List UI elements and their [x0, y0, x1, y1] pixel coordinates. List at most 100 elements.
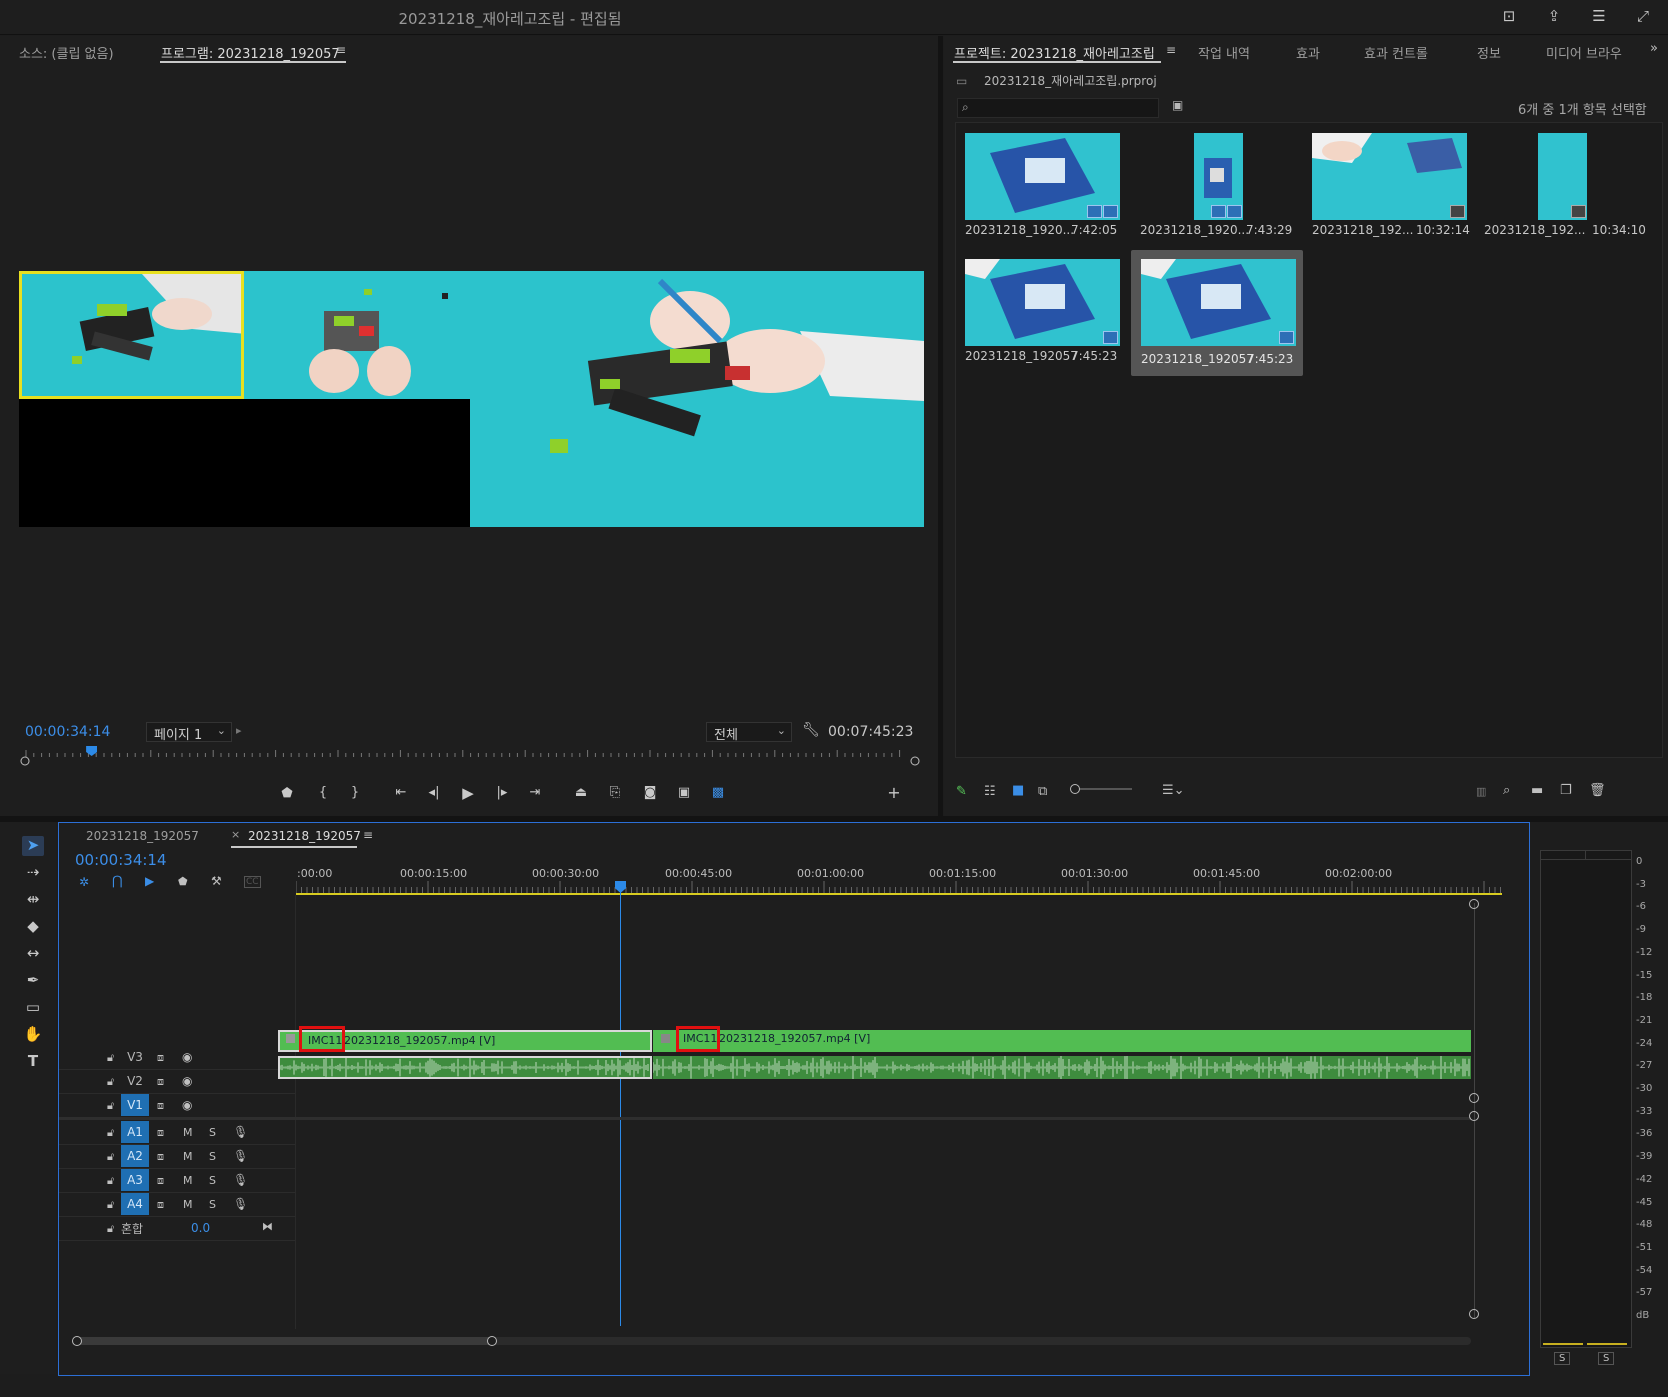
wrench-icon[interactable]: 🔧︎	[802, 722, 820, 738]
automate-icon[interactable]: ▥	[1476, 785, 1486, 798]
microphone-icon[interactable]: 🎙︎	[233, 1149, 248, 1163]
camera-icon[interactable]: ◙	[640, 785, 660, 800]
tab-effect-controls[interactable]: 효과 컨트롤	[1364, 43, 1428, 62]
close-icon[interactable]: ×	[231, 828, 240, 841]
time-ruler[interactable]	[295, 859, 1507, 895]
scroll-handle-bottom[interactable]	[1469, 1309, 1479, 1319]
compare-icon[interactable]: ▣	[674, 785, 694, 800]
add-marker-icon[interactable]: ⬟	[277, 786, 297, 801]
horizontal-scroll-thumb[interactable]	[73, 1337, 495, 1345]
new-item-icon[interactable]: ❐	[1560, 783, 1572, 798]
lock-icon[interactable]: 🔓︎	[107, 1174, 114, 1188]
razor-tool-icon[interactable]: ◆	[22, 917, 44, 937]
freeform-view-icon[interactable]: ⧉	[1038, 784, 1047, 799]
lock-icon[interactable]: 🔓︎	[107, 1099, 114, 1113]
go-to-in-icon[interactable]: ⇤	[391, 785, 411, 800]
sync-lock-icon[interactable]: ⧈	[157, 1174, 164, 1188]
timeline-tab-2[interactable]: 20231218_192057	[248, 829, 361, 843]
microphone-icon[interactable]: 🎙︎	[233, 1197, 248, 1211]
go-to-out-icon[interactable]: ⇥	[525, 785, 545, 800]
lock-icon[interactable]: 🔓︎	[107, 1051, 114, 1065]
lock-icon[interactable]: 🔓︎	[107, 1126, 114, 1140]
menu-lines-icon[interactable]: ☰	[1590, 8, 1608, 24]
panel-divider[interactable]	[938, 36, 943, 816]
sort-icon[interactable]: ☰⌄	[1162, 783, 1185, 798]
chevron-right-icon[interactable]: »	[1650, 41, 1658, 56]
mute-button[interactable]: M	[183, 1126, 193, 1139]
panel-menu-icon[interactable]: ≡	[1166, 43, 1176, 57]
video-clip-2[interactable]: IMC11 20231218_192057.mp4 [V]	[653, 1030, 1471, 1052]
slip-tool-icon[interactable]: ↔	[22, 944, 44, 964]
solo-button[interactable]: S	[209, 1150, 216, 1163]
step-back-icon[interactable]: ◂|	[424, 785, 444, 800]
zoom-slider-knob[interactable]	[1070, 784, 1080, 794]
lock-icon[interactable]: 🔓︎	[107, 1222, 114, 1236]
lock-icon[interactable]: 🔓︎	[107, 1075, 114, 1089]
ripple-edit-tool-icon[interactable]: ⇹	[22, 890, 44, 910]
horizontal-scrollbar[interactable]	[72, 1336, 1471, 1346]
tab-history[interactable]: 작업 내역	[1198, 43, 1250, 62]
sync-lock-icon[interactable]: ⧈	[157, 1051, 164, 1065]
trash-icon[interactable]: 🗑︎	[1589, 783, 1606, 798]
lift-icon[interactable]: ⏏	[571, 785, 591, 800]
add-button-icon[interactable]: +	[884, 783, 904, 802]
share-icon[interactable]: ⇪	[1545, 8, 1563, 24]
wrench-icon[interactable]: ⚒	[211, 874, 222, 888]
project-item[interactable]: 20231218_192... 10:32:14	[1308, 129, 1478, 237]
extract-icon[interactable]: ⎘	[605, 785, 625, 800]
tab-info[interactable]: 정보	[1477, 43, 1501, 62]
project-item[interactable]: 20231218_192... 10:34:10	[1482, 129, 1660, 237]
find-icon[interactable]: ⌕	[1503, 783, 1510, 798]
track-label[interactable]: A3	[121, 1169, 149, 1191]
program-current-timecode[interactable]: 00:00:34:14	[25, 724, 110, 740]
zoom-slider[interactable]	[1070, 784, 1132, 794]
captions-icon[interactable]: CC	[244, 876, 261, 888]
tab-media-browser[interactable]: 미디어 브라우	[1546, 43, 1622, 62]
project-item-selected[interactable]: 20231218_192057 7:45:23	[1131, 250, 1303, 376]
video-tile-1[interactable]	[19, 271, 244, 399]
scroll-handle-top[interactable]	[1469, 899, 1479, 909]
multicam-icon[interactable]: ▩	[708, 785, 728, 800]
lock-icon[interactable]: 🔓︎	[107, 1150, 114, 1164]
sync-lock-icon[interactable]: ⧈	[157, 1150, 164, 1164]
step-forward-icon[interactable]: |▸	[492, 785, 512, 800]
sync-lock-icon[interactable]: ⧈	[157, 1075, 164, 1089]
new-bin-from-search-icon[interactable]: ▣	[1172, 98, 1183, 112]
track-select-tool-icon[interactable]: ⇢	[22, 863, 44, 883]
mark-out-icon[interactable]: }	[345, 785, 365, 800]
microphone-icon[interactable]: 🎙︎	[233, 1173, 248, 1187]
play-right-icon[interactable]: ▸	[236, 724, 242, 737]
sync-lock-icon[interactable]: ⧈	[157, 1126, 164, 1140]
sync-lock-icon[interactable]: ⧈	[157, 1198, 164, 1212]
project-item[interactable]: 20231218_1920... 7:42:05	[961, 129, 1121, 237]
mix-value[interactable]: 0.0	[191, 1221, 210, 1235]
hand-tool-icon[interactable]: ✋	[22, 1025, 44, 1045]
solo-right-button[interactable]: S	[1598, 1352, 1615, 1365]
solo-button[interactable]: S	[209, 1198, 216, 1211]
scroll-handle-mid2[interactable]	[1469, 1111, 1479, 1121]
bowtie-icon[interactable]: ⧓	[262, 1220, 273, 1233]
sync-lock-icon[interactable]: ⧈	[157, 1099, 164, 1113]
timeline-timecode[interactable]: 00:00:34:14	[75, 851, 167, 869]
tab-project[interactable]: 프로젝트: 20231218_재아레고조립	[954, 43, 1155, 62]
microphone-icon[interactable]: 🎙︎	[233, 1125, 248, 1139]
project-item[interactable]: 20231218_1920... 7:43:29	[1134, 129, 1304, 237]
timeline-tab-1[interactable]: 20231218_192057	[86, 829, 199, 843]
project-item[interactable]: 20231218_192057 7:45:23	[961, 255, 1121, 363]
tab-effects[interactable]: 효과	[1296, 43, 1320, 62]
pencil-icon[interactable]: ✎	[956, 784, 967, 799]
selection-tool-icon[interactable]: ➤	[22, 836, 44, 856]
eye-icon[interactable]: ◉	[182, 1098, 192, 1112]
solo-button[interactable]: S	[209, 1174, 216, 1187]
audio-clip-1[interactable]	[278, 1056, 652, 1079]
solo-left-button[interactable]: S	[1554, 1352, 1571, 1365]
program-scrubber[interactable]	[20, 746, 920, 768]
zoom-select[interactable]: 전체 ⌄	[706, 722, 792, 743]
type-tool-icon[interactable]: T	[22, 1052, 44, 1072]
audio-clip-2[interactable]	[653, 1056, 1471, 1079]
tab-program[interactable]: 프로그램: 20231218_192057	[161, 43, 340, 62]
scroll-handle-left[interactable]	[72, 1336, 82, 1346]
workspace-icon[interactable]: ⊡	[1500, 8, 1518, 24]
track-label[interactable]: V1	[121, 1094, 149, 1116]
track-label[interactable]: V3	[121, 1046, 149, 1068]
